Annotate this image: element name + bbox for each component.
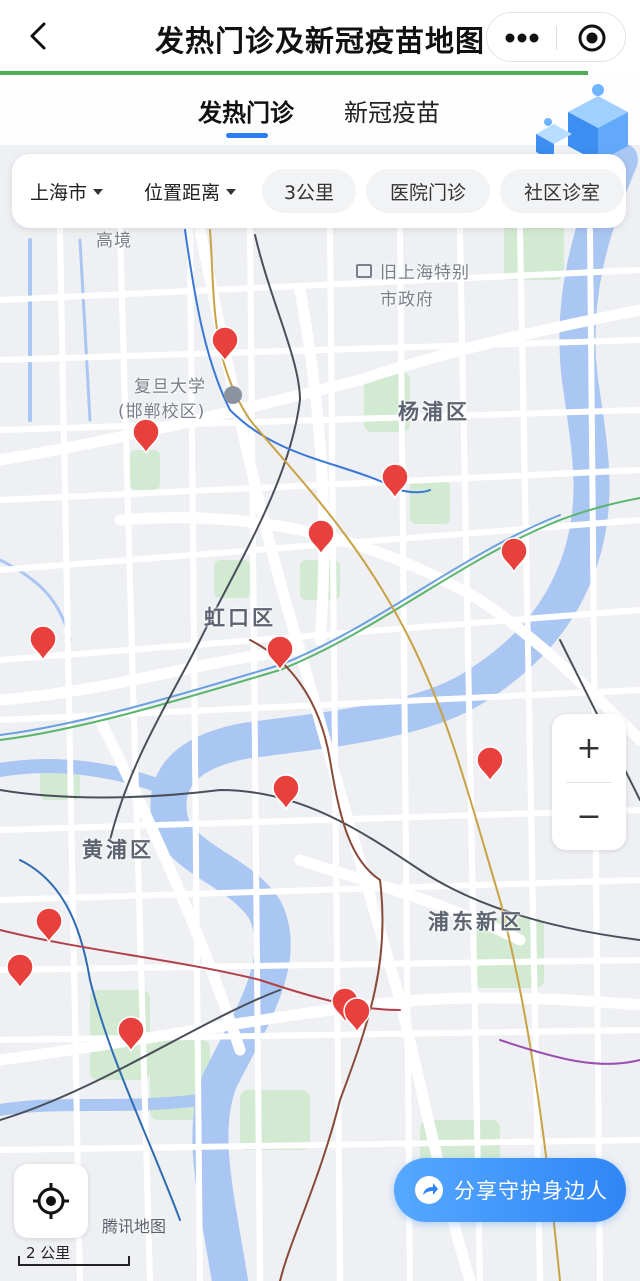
tab-covid-vaccine[interactable]: 新冠疫苗 bbox=[344, 93, 440, 128]
city-dropdown[interactable]: 上海市 bbox=[30, 178, 104, 205]
locate-me-button[interactable] bbox=[14, 1164, 88, 1238]
active-tab-indicator bbox=[226, 133, 268, 138]
caret-down-icon bbox=[93, 188, 104, 195]
chip-community-clinic[interactable]: 社区诊室 bbox=[500, 169, 624, 213]
scale-bar bbox=[18, 1256, 130, 1266]
more-dots-icon bbox=[505, 33, 538, 43]
building-illustration-icon bbox=[536, 84, 628, 162]
landmark-icon bbox=[356, 263, 372, 278]
place-label-old-gov-line2: 市政府 bbox=[380, 290, 434, 310]
district-label-huangpu: 黄浦区 bbox=[82, 838, 154, 862]
zoom-control: + − bbox=[552, 714, 626, 850]
school-icon bbox=[224, 386, 242, 404]
title-bar: 发热门诊及新冠疫苗地图 bbox=[0, 0, 640, 72]
place-label-fudan-line2: (邯郸校区) bbox=[118, 402, 206, 422]
share-arrow-icon bbox=[415, 1176, 443, 1204]
chip-distance[interactable]: 3公里 bbox=[262, 169, 356, 213]
filter-bar: 上海市 位置距离 3公里 医院门诊 社区诊室 bbox=[12, 154, 626, 228]
place-label-gaojing: 高境 bbox=[96, 231, 132, 251]
city-dropdown-label: 上海市 bbox=[30, 182, 88, 204]
district-label-yangpu: 杨浦区 bbox=[398, 400, 470, 424]
close-button[interactable] bbox=[557, 13, 627, 63]
more-button[interactable] bbox=[487, 13, 556, 63]
share-button[interactable]: 分享守护身边人 bbox=[394, 1158, 626, 1222]
share-button-label: 分享守护身边人 bbox=[454, 1179, 608, 1203]
crosshair-icon bbox=[33, 1183, 69, 1219]
caret-down-icon bbox=[226, 188, 237, 195]
place-label-fudan-line1: 复旦大学 bbox=[134, 377, 206, 397]
zoom-in-button[interactable]: + bbox=[552, 714, 626, 782]
tab-fever-clinic[interactable]: 发热门诊 bbox=[198, 93, 294, 128]
sort-dropdown[interactable]: 位置距离 bbox=[144, 178, 237, 205]
district-label-pudong: 浦东新区 bbox=[428, 910, 524, 934]
place-label-old-gov: 旧上海特别 市政府 bbox=[356, 258, 470, 310]
miniprogram-capsule bbox=[486, 12, 626, 62]
map-provider-credit: 腾讯地图 bbox=[102, 1217, 167, 1236]
target-circle-icon bbox=[578, 24, 606, 52]
sort-dropdown-label: 位置距离 bbox=[144, 182, 221, 204]
place-label-old-gov-line1: 旧上海特别 bbox=[380, 263, 470, 283]
chip-hospital-clinic[interactable]: 医院门诊 bbox=[366, 169, 490, 213]
place-label-fudan: 复旦大学 (邯郸校区) bbox=[118, 372, 206, 422]
map-canvas[interactable] bbox=[0, 75, 640, 1281]
map-view[interactable] bbox=[0, 75, 640, 1281]
district-label-hongkou: 虹口区 bbox=[204, 606, 276, 630]
zoom-out-button[interactable]: − bbox=[552, 782, 626, 850]
